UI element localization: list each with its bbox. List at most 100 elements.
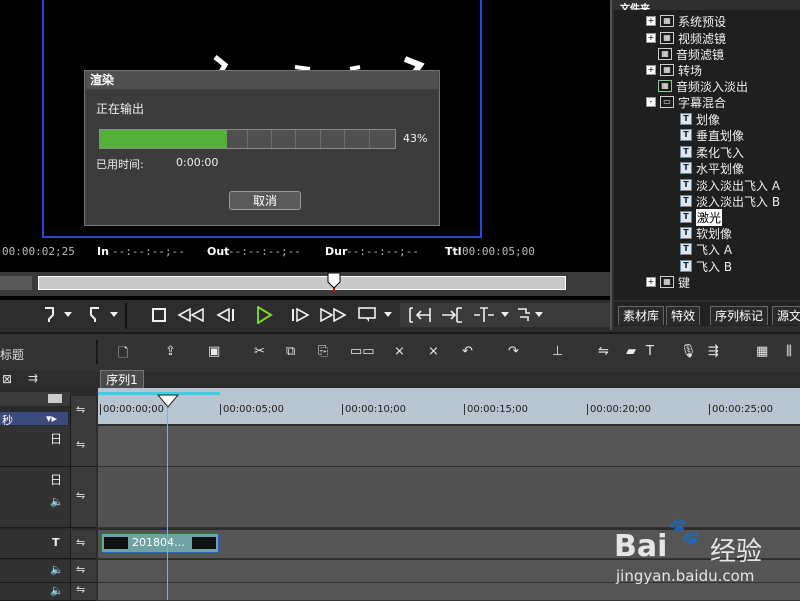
progress-segment [271, 130, 272, 148]
set-out-button[interactable] [84, 303, 106, 327]
tree-item-vertical-wipe[interactable]: T 垂直划像 [680, 127, 744, 143]
folder-grid-icon: ▦ [660, 276, 674, 288]
set-out-dropdown[interactable] [108, 303, 120, 327]
tree-item-audio-fades[interactable]: ▦ 音频淡入淡出 [658, 78, 748, 94]
microphone-icon[interactable]: 🎙 [680, 344, 697, 359]
tree-item-audio-filters[interactable]: ▦ 音频滤镜 [658, 46, 724, 62]
title-effect-icon: T [680, 113, 692, 125]
zoom-slider[interactable] [0, 392, 70, 406]
ruler-tick: 00:00:00;00 [100, 404, 164, 415]
split-icon[interactable]: ⊥ [552, 344, 563, 359]
scale-dropdown[interactable]: 秒 ▾▸ [0, 412, 68, 427]
playhead[interactable] [156, 394, 180, 413]
cut-icon[interactable]: ✂ [254, 344, 265, 359]
tree-item-soft-fly-in[interactable]: T 柔化飞入 [680, 144, 744, 160]
tree-item-fly-in-a[interactable]: T 飞入 A [680, 241, 732, 257]
tree-item-horizontal-wipe[interactable]: T 水平划像 [680, 160, 744, 176]
replace-icon[interactable]: ▭▭ [350, 344, 375, 359]
fast-forward-button[interactable] [318, 303, 348, 327]
tab-source[interactable]: 源文 [772, 306, 800, 325]
tree-item-title-mix[interactable]: - ▭ 字幕混合 [646, 94, 726, 110]
grid-icon[interactable]: ▦ [756, 344, 768, 359]
sync-icon[interactable]: ⇋ [598, 344, 609, 359]
match-frame-button[interactable] [470, 303, 498, 327]
collapse-icon[interactable]: - [646, 97, 656, 107]
progress-segment [247, 130, 248, 148]
track-mark: 日 [50, 473, 63, 487]
scrub-handle[interactable] [327, 272, 341, 295]
expand-icon[interactable]: + [646, 277, 656, 287]
expand-icon[interactable]: + [646, 65, 656, 75]
stop-button[interactable] [148, 303, 170, 327]
progress-segment [369, 130, 370, 148]
insert-icon [409, 307, 431, 323]
ruler-toggle[interactable]: ⇋ [70, 396, 96, 426]
tree-item-wipe[interactable]: T 划像 [680, 111, 720, 127]
speaker-icon[interactable]: 🔈 [50, 563, 64, 576]
tab-bin[interactable]: 素材库 [618, 306, 665, 325]
import-icon[interactable]: ⇪ [165, 344, 176, 359]
tree-item-fly-in-b[interactable]: T 飞入 B [680, 258, 732, 274]
scrub-bar[interactable] [38, 276, 566, 290]
progress-segment [344, 130, 345, 148]
export-button[interactable] [514, 303, 534, 327]
paste-icon[interactable]: ⎘ [318, 344, 328, 359]
title-icon[interactable]: T [646, 344, 654, 359]
tree-item-fade-fly-in-b[interactable]: T 淡入淡出飞入 B [680, 193, 780, 209]
sync-lock-icon[interactable]: ⇉ [28, 371, 38, 385]
tree-item-system-presets[interactable]: + ▦ 系统预设 [646, 13, 726, 29]
tree-item-label: 音频滤镜 [676, 47, 725, 62]
tab-sequence[interactable]: 序列1 [100, 370, 144, 390]
ripple-delete-icon[interactable]: ⨯ [428, 344, 439, 359]
speaker-icon[interactable]: 🔈 [50, 584, 64, 597]
title-effect-icon: T [680, 243, 692, 255]
speaker-icon[interactable]: 🔈 [50, 495, 64, 508]
track-link-a2[interactable]: ⇋ [70, 583, 96, 600]
overwrite-button[interactable] [438, 303, 466, 327]
cancel-button[interactable]: 取消 [229, 191, 301, 210]
export-icon [518, 308, 530, 321]
tab-effects[interactable]: 特效 [666, 306, 701, 325]
undo-icon[interactable]: ↶ [462, 344, 473, 359]
tree-item-video-filters[interactable]: + ▦ 视频滤镜 [646, 30, 726, 46]
step-forward-button[interactable] [288, 303, 314, 327]
track-link-va[interactable]: ⇋ [70, 467, 96, 527]
step-back-button[interactable] [212, 303, 238, 327]
title-clip[interactable]: 201804… [101, 533, 219, 553]
track-link-a1[interactable]: ⇋ [70, 560, 96, 582]
marker-icon[interactable]: ▰ [626, 344, 636, 359]
expand-icon[interactable]: + [646, 33, 656, 43]
zoom-slider-thumb[interactable] [48, 394, 62, 403]
tab-sequence-markers[interactable]: 序列标记 [710, 306, 769, 325]
rewind-button[interactable] [176, 303, 206, 327]
set-in-dropdown[interactable] [62, 303, 74, 327]
tree-item-keys[interactable]: + ▦ 键 [646, 274, 690, 290]
match-dropdown[interactable] [500, 303, 510, 327]
out-label: Out [207, 245, 230, 258]
track-mode-icon[interactable]: ⊠ [2, 372, 12, 386]
new-file-icon[interactable]: 🗋 [118, 344, 128, 366]
track-v1[interactable] [98, 426, 800, 467]
save-icon[interactable]: ▣ [208, 344, 220, 359]
loop-dropdown[interactable] [382, 303, 394, 327]
ruler-tick: 00:00:20;00 [587, 404, 651, 415]
copy-icon[interactable]: ⧉ [286, 344, 295, 359]
export-dropdown[interactable] [534, 303, 544, 327]
tree-item-soft-wipe[interactable]: T 软划像 [680, 225, 732, 241]
insert-button[interactable] [406, 303, 434, 327]
render-icon[interactable]: ⇶ [708, 344, 719, 359]
chevron-down-icon [384, 312, 392, 317]
tree-item-transitions[interactable]: + ▦ 转场 [646, 62, 702, 78]
track-link-title[interactable]: ⇋ [70, 530, 96, 558]
set-in-button[interactable] [38, 303, 60, 327]
settings-icon[interactable]: ⫼ [786, 344, 792, 359]
play-button[interactable] [252, 303, 276, 327]
track-link-v1[interactable]: ⇋ [70, 426, 96, 466]
render-status: 正在输出 [96, 102, 145, 116]
expand-icon[interactable]: + [646, 16, 656, 26]
tree-item-fade-fly-in-a[interactable]: T 淡入淡出飞入 A [680, 177, 780, 193]
tree-item-laser[interactable]: T 激光 [680, 208, 723, 226]
redo-icon[interactable]: ↷ [508, 344, 519, 359]
delete-icon[interactable]: ⨯ [394, 344, 405, 359]
loop-button[interactable] [356, 303, 380, 327]
